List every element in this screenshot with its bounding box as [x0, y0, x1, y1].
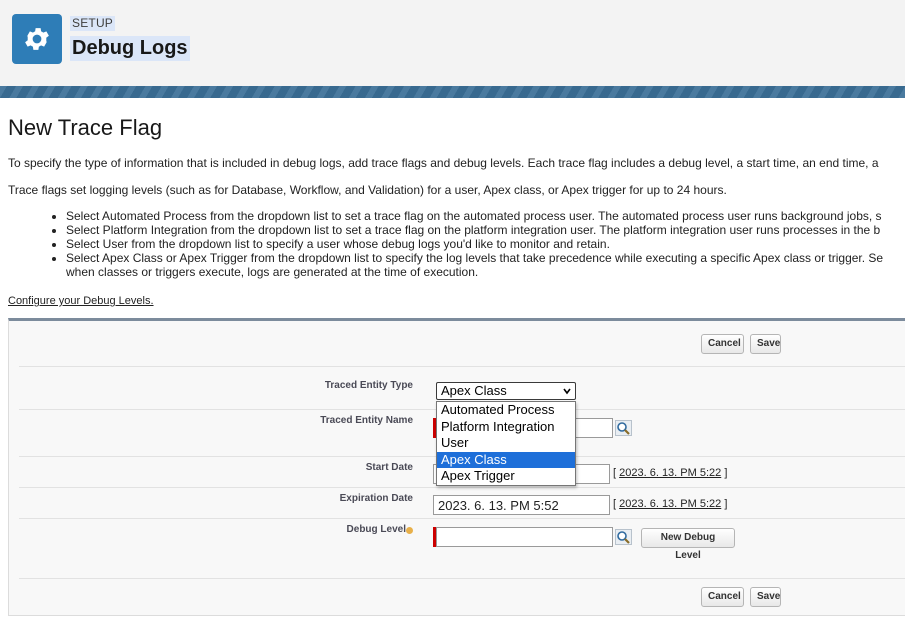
cancel-button[interactable]: Cancel — [701, 334, 744, 354]
instructions-list: Select Automated Process from the dropdo… — [8, 209, 883, 279]
start-date-default: [ 2023. 6. 13. PM 5:22 ] — [613, 467, 727, 479]
trace-flag-form: Cancel Save Traced Entity Type Apex Clas… — [8, 318, 905, 616]
traced-entity-name-label: Traced Entity Name — [320, 415, 413, 426]
option-apex-class[interactable]: Apex Class — [437, 451, 575, 468]
form-title: New Trace Flag — [8, 115, 163, 140]
page-title: Debug Logs — [70, 36, 190, 61]
bracket-close: ] — [724, 467, 728, 479]
new-debug-level-button[interactable]: New Debug Level — [641, 528, 735, 561]
lookup-icon[interactable] — [615, 529, 632, 545]
configure-debug-levels-link[interactable]: Configure your Debug Levels. — [8, 295, 154, 307]
option-user[interactable]: User — [437, 435, 575, 452]
option-automated-process[interactable]: Automated Process — [437, 402, 575, 419]
list-item: Select User from the dropdown list to sp… — [66, 237, 883, 251]
list-item: Select Platform Integration from the dro… — [66, 223, 883, 237]
expiration-date-input[interactable] — [433, 495, 610, 515]
list-item: Select Automated Process from the dropdo… — [66, 209, 883, 223]
breadcrumb: SETUP — [70, 16, 116, 31]
traced-entity-type-select[interactable]: Apex Class — [436, 382, 576, 400]
divider — [19, 487, 905, 488]
list-item: Select Apex Class or Apex Trigger from t… — [66, 251, 883, 279]
bracket-open: [ — [613, 498, 617, 510]
traced-entity-type-label: Traced Entity Type — [324, 380, 413, 391]
help-icon[interactable] — [406, 527, 413, 534]
start-date-now-link[interactable]: 2023. 6. 13. PM 5:22 — [619, 467, 721, 479]
divider — [19, 578, 905, 579]
expiration-date-default: [ 2023. 6. 13. PM 5:22 ] — [613, 498, 727, 510]
debug-level-label: Debug Level — [346, 524, 406, 535]
divider — [19, 366, 905, 367]
chevron-down-icon — [563, 388, 571, 395]
list-item-text: Select Apex Class or Apex Trigger from t… — [66, 251, 884, 265]
divider — [19, 518, 905, 519]
info-text: Trace flags set logging levels (such as … — [8, 183, 727, 197]
intro-text: To specify the type of information that … — [8, 156, 879, 170]
setup-header: SETUP Debug Logs — [0, 0, 905, 86]
bracket-close: ] — [724, 498, 728, 510]
bracket-open: [ — [613, 467, 617, 479]
header-band — [0, 86, 905, 98]
option-apex-trigger[interactable]: Apex Trigger — [437, 468, 575, 485]
save-button[interactable]: Save — [750, 334, 781, 354]
option-platform-integration[interactable]: Platform Integration — [437, 419, 575, 436]
list-item-continuation: when classes or triggers execute, logs a… — [66, 265, 479, 279]
traced-entity-type-value: Apex Class — [441, 383, 507, 398]
start-date-label: Start Date — [365, 462, 413, 473]
expiration-date-now-link[interactable]: 2023. 6. 13. PM 5:22 — [619, 498, 721, 510]
save-button[interactable]: Save — [750, 587, 781, 607]
expiration-date-label: Expiration Date — [339, 493, 413, 504]
debug-level-input[interactable] — [436, 527, 613, 547]
traced-entity-type-dropdown: Automated Process Platform Integration U… — [436, 401, 576, 486]
gear-icon — [12, 14, 62, 64]
cancel-button[interactable]: Cancel — [701, 587, 744, 607]
lookup-icon[interactable] — [615, 420, 632, 436]
